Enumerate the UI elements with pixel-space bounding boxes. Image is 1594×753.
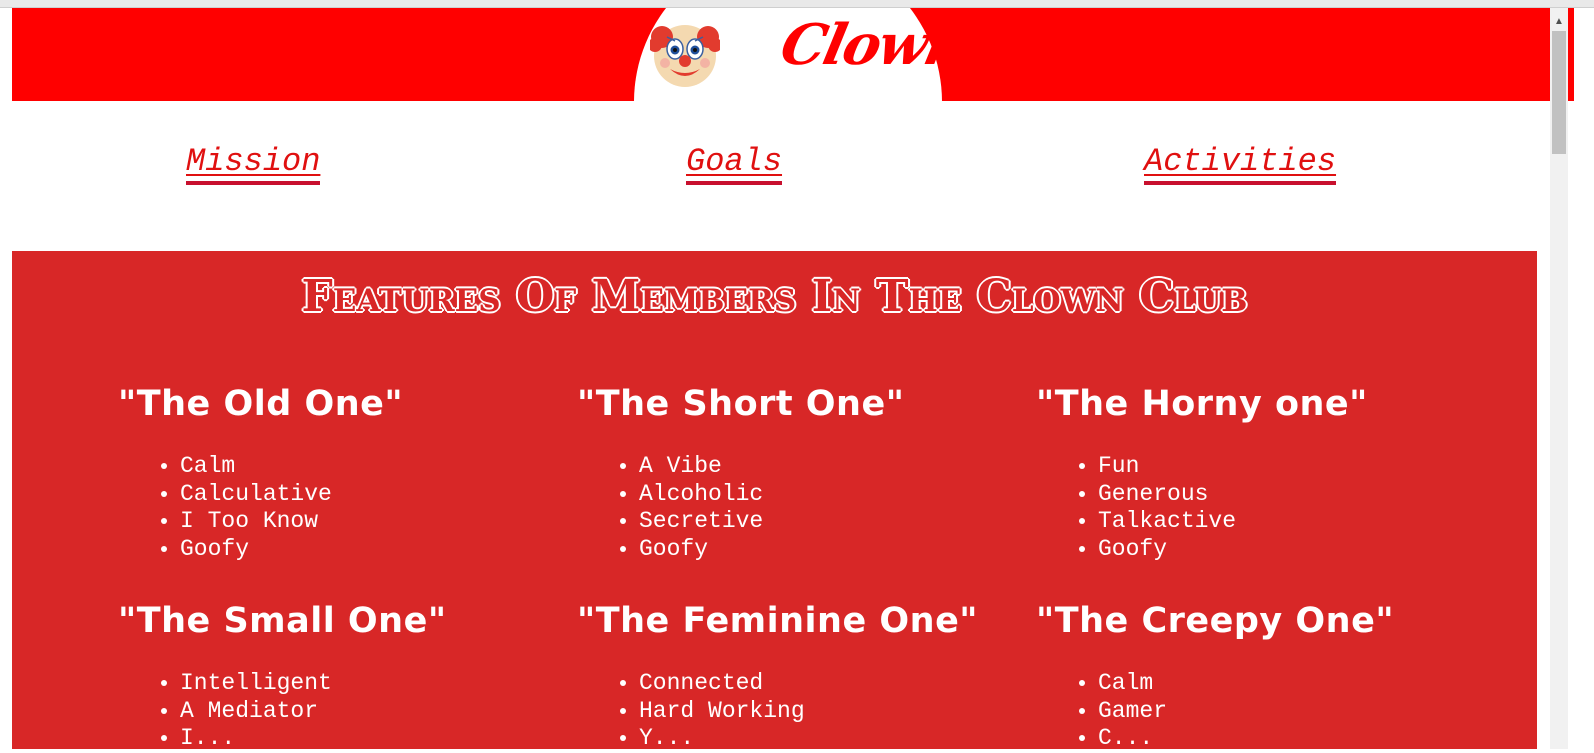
trait-item: Alcoholic: [639, 481, 1017, 509]
scroll-up-icon[interactable]: ▲: [1550, 14, 1568, 30]
trait-item: Generous: [1098, 481, 1476, 509]
main-nav: Mission Goals Activities: [12, 101, 1574, 251]
trait-item: Goofy: [639, 536, 1017, 564]
trait-list: Fun Generous Talkactive Goofy: [1036, 453, 1476, 564]
nav-link-mission-label: Mission: [186, 143, 321, 180]
browser-top-edge: [0, 0, 1594, 8]
member-card: "The Creepy One" Calm Gamer C...: [1036, 600, 1476, 753]
section-title: Features Of Members In The Clown Club: [301, 271, 1248, 322]
nav-link-goals[interactable]: Goals: [686, 143, 783, 185]
member-name: "The Horny one": [1036, 384, 1368, 424]
trait-item: Calculative: [180, 481, 558, 509]
member-card: "The Horny one" Fun Generous Talkactive …: [1036, 383, 1476, 564]
member-name: "The Feminine One": [577, 601, 979, 641]
logo-text[interactable]: Clowns: [775, 12, 1001, 78]
trait-item: Fun: [1098, 453, 1476, 481]
nav-link-activities[interactable]: Activities: [1144, 143, 1337, 185]
trait-list: Intelligent A Mediator I...: [118, 670, 558, 753]
clown-icon[interactable]: [650, 19, 720, 89]
features-section: Features Of Members In The Clown Club "T…: [12, 251, 1537, 751]
member-card: "The Feminine One" Connected Hard Workin…: [577, 600, 1017, 753]
trait-item: A Vibe: [639, 453, 1017, 481]
member-name: "The Short One": [577, 384, 905, 424]
trait-list: Calm Gamer C...: [1036, 670, 1476, 753]
trait-item: Calm: [1098, 670, 1476, 698]
member-card: "The Small One" Intelligent A Mediator I…: [118, 600, 558, 753]
trait-item: A Mediator: [180, 698, 558, 726]
member-name: "The Old One": [118, 384, 404, 424]
nav-link-mission[interactable]: Mission: [186, 143, 321, 185]
trait-item: I Too Know: [180, 508, 558, 536]
member-card: "The Old One" Calm Calculative I Too Kno…: [118, 383, 558, 564]
trait-list: Calm Calculative I Too Know Goofy: [118, 453, 558, 564]
trait-item: Intelligent: [180, 670, 558, 698]
trait-item: Goofy: [180, 536, 558, 564]
nav-link-goals-label: Goals: [686, 143, 783, 180]
trait-list: A Vibe Alcoholic Secretive Goofy: [577, 453, 1017, 564]
member-name: "The Creepy One": [1036, 601, 1395, 641]
trait-item: Gamer: [1098, 698, 1476, 726]
trait-item: Calm: [180, 453, 558, 481]
scrollbar-thumb[interactable]: [1552, 31, 1566, 154]
trait-list: Connected Hard Working Y...: [577, 670, 1017, 753]
nav-link-activities-label: Activities: [1144, 143, 1337, 180]
trait-item: Goofy: [1098, 536, 1476, 564]
logo-area: Clowns: [12, 8, 1574, 101]
trait-item: Talkactive: [1098, 508, 1476, 536]
member-card: "The Short One" A Vibe Alcoholic Secreti…: [577, 383, 1017, 564]
trait-item: Secretive: [639, 508, 1017, 536]
trait-item: Connected: [639, 670, 1017, 698]
trait-item: Hard Working: [639, 698, 1017, 726]
member-name: "The Small One": [118, 601, 447, 641]
